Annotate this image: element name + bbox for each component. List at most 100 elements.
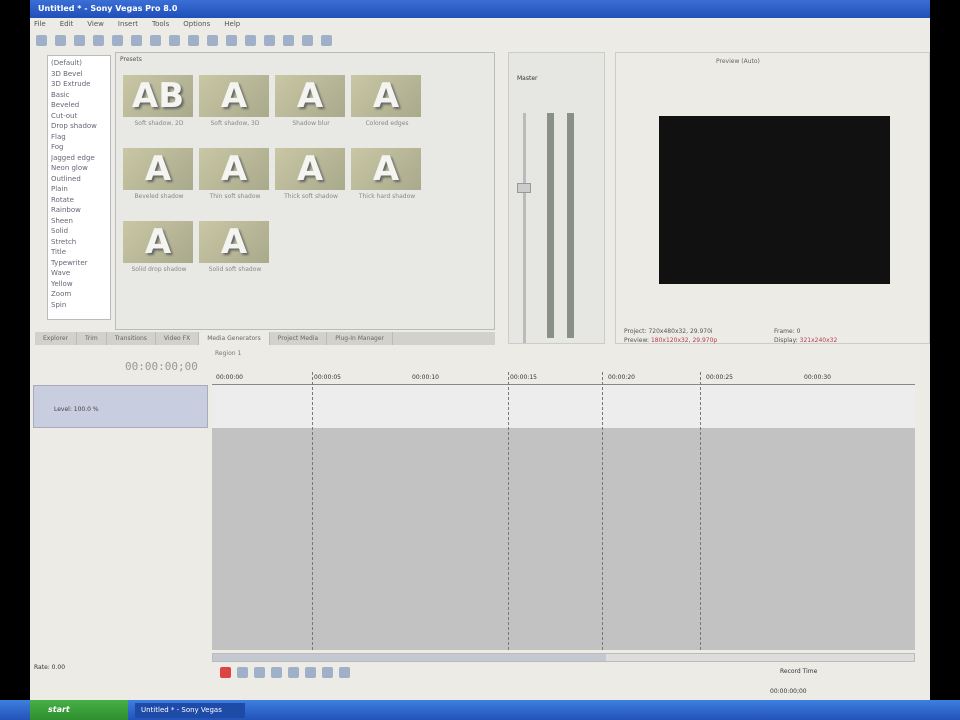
cut-icon[interactable] bbox=[112, 35, 123, 46]
preset-thumbnail[interactable]: A Thick hard shadow bbox=[351, 148, 423, 214]
list-item[interactable]: Spin bbox=[51, 301, 107, 312]
list-item[interactable]: (Default) bbox=[51, 59, 107, 70]
fader-handle[interactable] bbox=[517, 183, 531, 193]
record-icon[interactable] bbox=[220, 667, 231, 678]
preset-thumbnail[interactable]: AB Soft shadow, 2D bbox=[123, 75, 195, 141]
list-item[interactable]: Stretch bbox=[51, 238, 107, 249]
next-frame-icon[interactable] bbox=[339, 667, 350, 678]
menu-insert[interactable]: Insert bbox=[118, 20, 138, 29]
video-track-header[interactable]: Level: 100.0 % bbox=[33, 385, 208, 428]
list-item[interactable]: Rainbow bbox=[51, 206, 107, 217]
new-icon[interactable] bbox=[36, 35, 47, 46]
tab-media-generators[interactable]: Media Generators bbox=[199, 332, 270, 345]
list-item[interactable]: Outlined bbox=[51, 175, 107, 186]
list-item[interactable]: Jagged edge bbox=[51, 154, 107, 165]
list-item[interactable]: 3D Extrude bbox=[51, 80, 107, 91]
zoom-tool-icon[interactable] bbox=[302, 35, 313, 46]
list-item[interactable]: Flag bbox=[51, 133, 107, 144]
preset-image: A bbox=[351, 148, 421, 190]
preset-thumbnail[interactable]: A Colored edges bbox=[351, 75, 423, 141]
tab-video-fx[interactable]: Video FX bbox=[156, 332, 200, 345]
tab-plugin-manager[interactable]: Plug-In Manager bbox=[327, 332, 394, 345]
preset-thumbnail[interactable]: A Shadow blur bbox=[275, 75, 347, 141]
menu-view[interactable]: View bbox=[87, 20, 104, 29]
marker-line[interactable] bbox=[508, 372, 509, 650]
redo-icon[interactable] bbox=[188, 35, 199, 46]
timeline-ruler[interactable]: 00:00:00 00:00:05 00:00:10 00:00:15 00:00:20… bbox=[212, 372, 915, 385]
tab-project-media[interactable]: Project Media bbox=[270, 332, 328, 345]
preset-image: A bbox=[275, 75, 345, 117]
list-item[interactable]: Basic bbox=[51, 91, 107, 102]
snap-icon[interactable] bbox=[207, 35, 218, 46]
rate-label: Rate: 0.00 bbox=[34, 664, 66, 671]
list-item[interactable]: Typewriter bbox=[51, 259, 107, 270]
timecode-display: 00:00:00;00 bbox=[125, 360, 198, 373]
timeline-empty-area[interactable] bbox=[212, 428, 915, 650]
previous-frame-icon[interactable] bbox=[322, 667, 333, 678]
record-time-label: Record Time bbox=[780, 668, 818, 675]
open-icon[interactable] bbox=[55, 35, 66, 46]
generator-list[interactable]: (Default) 3D Bevel 3D Extrude Basic Beveled C… bbox=[47, 55, 111, 320]
lock-icon[interactable] bbox=[245, 35, 256, 46]
preview-quality-dropdown[interactable]: Preview (Auto) bbox=[716, 58, 760, 65]
envelope-tool-icon[interactable] bbox=[283, 35, 294, 46]
menu-tools[interactable]: Tools bbox=[152, 20, 169, 29]
list-item[interactable]: Neon glow bbox=[51, 164, 107, 175]
stop-icon[interactable] bbox=[305, 667, 316, 678]
preset-thumbnail[interactable]: A Solid drop shadow bbox=[123, 221, 195, 287]
list-item[interactable]: Zoom bbox=[51, 290, 107, 301]
preset-thumbnail[interactable]: A Solid soft shadow bbox=[199, 221, 271, 287]
tab-transitions[interactable]: Transitions bbox=[107, 332, 156, 345]
start-button[interactable]: start bbox=[30, 700, 128, 720]
tab-trim[interactable]: Trim bbox=[77, 332, 107, 345]
list-item[interactable]: Yellow bbox=[51, 280, 107, 291]
preset-thumbnail[interactable]: A Soft shadow, 3D bbox=[199, 75, 271, 141]
marker-line[interactable] bbox=[602, 372, 603, 650]
loop-icon[interactable] bbox=[237, 667, 248, 678]
autoripple-icon[interactable] bbox=[226, 35, 237, 46]
ruler-tick-label: 00:00:25 bbox=[706, 374, 733, 381]
help-icon[interactable] bbox=[321, 35, 332, 46]
list-item[interactable]: Solid bbox=[51, 227, 107, 238]
list-item[interactable]: Plain bbox=[51, 185, 107, 196]
pause-icon[interactable] bbox=[288, 667, 299, 678]
scroll-thumb[interactable] bbox=[213, 654, 606, 661]
region-marker[interactable]: Region 1 bbox=[215, 350, 241, 357]
list-item[interactable]: Fog bbox=[51, 143, 107, 154]
list-item[interactable]: Sheen bbox=[51, 217, 107, 228]
ruler-tick-label: 00:00:10 bbox=[412, 374, 439, 381]
window-docking-tabs: Explorer Trim Transitions Video FX Media Gen… bbox=[35, 332, 495, 345]
list-item[interactable]: Title bbox=[51, 248, 107, 259]
timeline-horizontal-scrollbar[interactable] bbox=[212, 653, 915, 662]
render-icon[interactable] bbox=[93, 35, 104, 46]
save-icon[interactable] bbox=[74, 35, 85, 46]
preset-caption: Soft shadow, 3D bbox=[210, 120, 260, 127]
menu-file[interactable]: File bbox=[34, 20, 46, 29]
list-item[interactable]: Beveled bbox=[51, 101, 107, 112]
copy-icon[interactable] bbox=[131, 35, 142, 46]
marker-line[interactable] bbox=[700, 372, 701, 650]
paste-icon[interactable] bbox=[150, 35, 161, 46]
marker-line[interactable] bbox=[312, 372, 313, 650]
menu-options[interactable]: Options bbox=[183, 20, 210, 29]
play-from-start-icon[interactable] bbox=[254, 667, 265, 678]
edit-tool-icon[interactable] bbox=[264, 35, 275, 46]
menu-edit[interactable]: Edit bbox=[60, 20, 74, 29]
taskbar-item-vegas[interactable]: Untitled * - Sony Vegas bbox=[135, 703, 245, 718]
list-item[interactable]: Cut-out bbox=[51, 112, 107, 123]
menu-help[interactable]: Help bbox=[224, 20, 240, 29]
preset-thumbnail[interactable]: A Beveled shadow bbox=[123, 148, 195, 214]
list-item[interactable]: Drop shadow bbox=[51, 122, 107, 133]
toolbar bbox=[30, 32, 930, 50]
list-item[interactable]: Wave bbox=[51, 269, 107, 280]
play-icon[interactable] bbox=[271, 667, 282, 678]
preset-thumbnail[interactable]: A Thick soft shadow bbox=[275, 148, 347, 214]
track-level[interactable]: Level: 100.0 % bbox=[54, 406, 99, 413]
video-track-lane[interactable] bbox=[212, 385, 915, 428]
tab-explorer[interactable]: Explorer bbox=[35, 332, 77, 345]
preset-thumbnail[interactable]: A Thin soft shadow bbox=[199, 148, 271, 214]
list-item[interactable]: Rotate bbox=[51, 196, 107, 207]
list-item[interactable]: 3D Bevel bbox=[51, 70, 107, 81]
meter-left bbox=[547, 113, 554, 338]
undo-icon[interactable] bbox=[169, 35, 180, 46]
